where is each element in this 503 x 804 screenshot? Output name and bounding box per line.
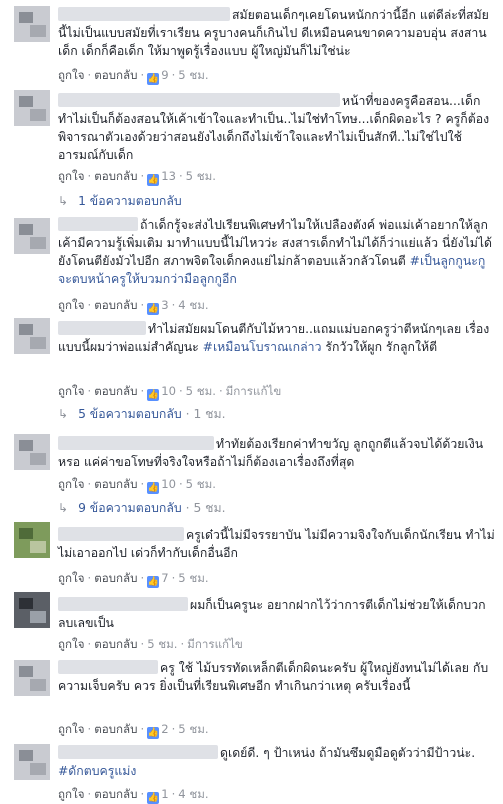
timestamp[interactable]: 5 ชม. (178, 68, 208, 82)
thumbs-up-icon: 👍 (147, 727, 160, 739)
avatar[interactable] (14, 592, 50, 628)
reply-arrow-icon: ↳ (58, 194, 69, 208)
reply-link[interactable]: ตอบกลับ (94, 298, 137, 312)
like-link[interactable]: ถูกใจ (58, 477, 85, 491)
thumbs-up-icon: 👍 (147, 576, 160, 588)
edited-link[interactable]: มีการแก้ไข (187, 637, 243, 651)
thumbs-up-icon: 👍 (147, 389, 160, 401)
comment-actions: ถูกใจ · ตอบกลับ · 👍 2 · 5 ชม. (58, 722, 209, 739)
timestamp[interactable]: 5 ชม. (186, 477, 216, 491)
view-replies-link[interactable]: ↳ 1 ข้อความตอบกลับ (58, 193, 182, 209)
comment-text: ครูเด๋วนี้ไม่มีจรรยาบัน ไม่มีความจิงใจกั… (58, 527, 495, 560)
avatar[interactable] (14, 434, 50, 470)
author-name[interactable] (58, 7, 230, 21)
like-count[interactable]: 2 (161, 722, 168, 736)
reply-link[interactable]: ตอบกลับ (94, 68, 137, 82)
timestamp[interactable]: 5 ชม. (186, 169, 216, 183)
reply-link[interactable]: ตอบกลับ (94, 384, 137, 398)
avatar[interactable] (14, 744, 50, 780)
comment-actions: ถูกใจ · ตอบกลับ · 👍 9 · 5 ชม. (58, 68, 209, 85)
comment-text: หน้าที่ของครูคือสอน...เด็กทำไม่เป็นก็ต้อ… (58, 93, 490, 162)
like-count[interactable]: 7 (161, 571, 168, 585)
comment-text: ทำไม่สมัยผมโดนตีกับไม้หวาย..แถมแม่บอกครู… (58, 321, 490, 354)
thumbs-up-icon: 👍 (147, 174, 160, 186)
avatar[interactable] (14, 6, 50, 42)
like-count[interactable]: 9 (161, 68, 168, 82)
timestamp[interactable]: 4 ชม. (178, 298, 208, 312)
thumbs-up-icon: 👍 (147, 482, 160, 494)
comment-actions: ถูกใจ · ตอบกลับ · 👍 7 · 5 ชม. (58, 571, 209, 588)
comment-text: ดูเดย์ดี. ๆ ป้าเหน่ง ถ้ามันซึมดูมือดูตัว… (58, 745, 476, 778)
reply-link[interactable]: ตอบกลับ (94, 477, 137, 491)
comment-actions: ถูกใจ · ตอบกลับ · 👍 10 · 5 ชม. (58, 477, 216, 494)
like-count[interactable]: 13 (161, 169, 176, 183)
comment-text: ครู ใช้ ไม้บรรทัดเหล็กตีเด็กผิดนะครับ ผู… (58, 660, 489, 693)
author-name[interactable] (58, 745, 218, 759)
like-link[interactable]: ถูกใจ (58, 384, 85, 398)
author-name[interactable] (58, 527, 184, 541)
reply-arrow-icon: ↳ (58, 407, 69, 421)
hashtag-link[interactable]: #เหมือนโบราณเกล่าว (203, 340, 322, 354)
like-count[interactable]: 10 (161, 384, 176, 398)
like-link[interactable]: ถูกใจ (58, 787, 85, 801)
thumbs-up-icon: 👍 (147, 303, 160, 315)
timestamp[interactable]: 5 ชม. (147, 637, 177, 651)
thumbs-up-icon: 👍 (147, 792, 160, 804)
view-replies-link[interactable]: ↳ 5 ข้อความตอบกลับ · 1 ชม. (58, 406, 226, 422)
timestamp[interactable]: 5 ชม. (178, 571, 208, 585)
avatar[interactable] (14, 218, 50, 254)
reply-link[interactable]: ตอบกลับ (94, 169, 137, 183)
reply-link[interactable]: ตอบกลับ (94, 571, 137, 585)
like-link[interactable]: ถูกใจ (58, 571, 85, 585)
author-name[interactable] (58, 660, 158, 674)
author-name[interactable] (58, 217, 138, 231)
author-name[interactable] (58, 436, 214, 450)
reply-link[interactable]: ตอบกลับ (94, 722, 137, 736)
avatar[interactable] (14, 318, 50, 354)
reply-arrow-icon: ↳ (58, 501, 69, 515)
avatar[interactable] (14, 660, 50, 696)
like-count[interactable]: 10 (161, 477, 176, 491)
comment-actions: ถูกใจ · ตอบกลับ · 👍 13 · 5 ชม. (58, 169, 216, 186)
like-link[interactable]: ถูกใจ (58, 298, 85, 312)
comment-text: ทำทัยต้องเรียกค่าทำขวัญ ลูกถูกตีแล้วจบได… (58, 436, 484, 469)
avatar[interactable] (14, 90, 50, 126)
hashtag-link[interactable]: #ดักตบครูแม่ง (58, 764, 136, 778)
comment-actions: ถูกใจ · ตอบกลับ · 👍 1 · 4 ชม. (58, 787, 209, 804)
like-count[interactable]: 3 (161, 298, 168, 312)
view-replies-link[interactable]: ↳ 9 ข้อความตอบกลับ · 5 ชม. (58, 500, 226, 516)
like-link[interactable]: ถูกใจ (58, 68, 85, 82)
like-link[interactable]: ถูกใจ (58, 637, 85, 651)
timestamp[interactable]: 5 ชม. (186, 384, 216, 398)
comment-actions: ถูกใจ · ตอบกลับ · 5 ชม. · มีการแก้ไข (58, 637, 243, 651)
author-name[interactable] (58, 321, 146, 335)
like-link[interactable]: ถูกใจ (58, 722, 85, 736)
avatar[interactable] (14, 522, 50, 558)
comment-text: ผมก็เป็นครูนะ อยากฝากไว้ว่าการตีเด็กไม่ช… (58, 597, 486, 630)
timestamp[interactable]: 5 ชม. (178, 722, 208, 736)
reply-link[interactable]: ตอบกลับ (94, 637, 137, 651)
timestamp[interactable]: 4 ชม. (178, 787, 208, 801)
comment-text: สมัยตอนเด็กๆเคยโดนหนักกว่านี้อีก แต่ดีล่… (58, 7, 489, 58)
comment-actions: ถูกใจ · ตอบกลับ · 👍 3 · 4 ชม. (58, 298, 209, 315)
comment-actions: ถูกใจ · ตอบกลับ · 👍 10 · 5 ชม. · มีการแก้ไข (58, 384, 282, 401)
author-name[interactable] (58, 93, 340, 107)
edited-link[interactable]: มีการแก้ไข (226, 384, 282, 398)
like-link[interactable]: ถูกใจ (58, 169, 85, 183)
reply-link[interactable]: ตอบกลับ (94, 787, 137, 801)
author-name[interactable] (58, 597, 188, 611)
like-count[interactable]: 1 (161, 787, 168, 801)
thumbs-up-icon: 👍 (147, 73, 160, 85)
comment-text: ถ้าเด็กรู้จะส่งไปเรียนพิเศษทำไมให้เปลือง… (58, 217, 493, 286)
